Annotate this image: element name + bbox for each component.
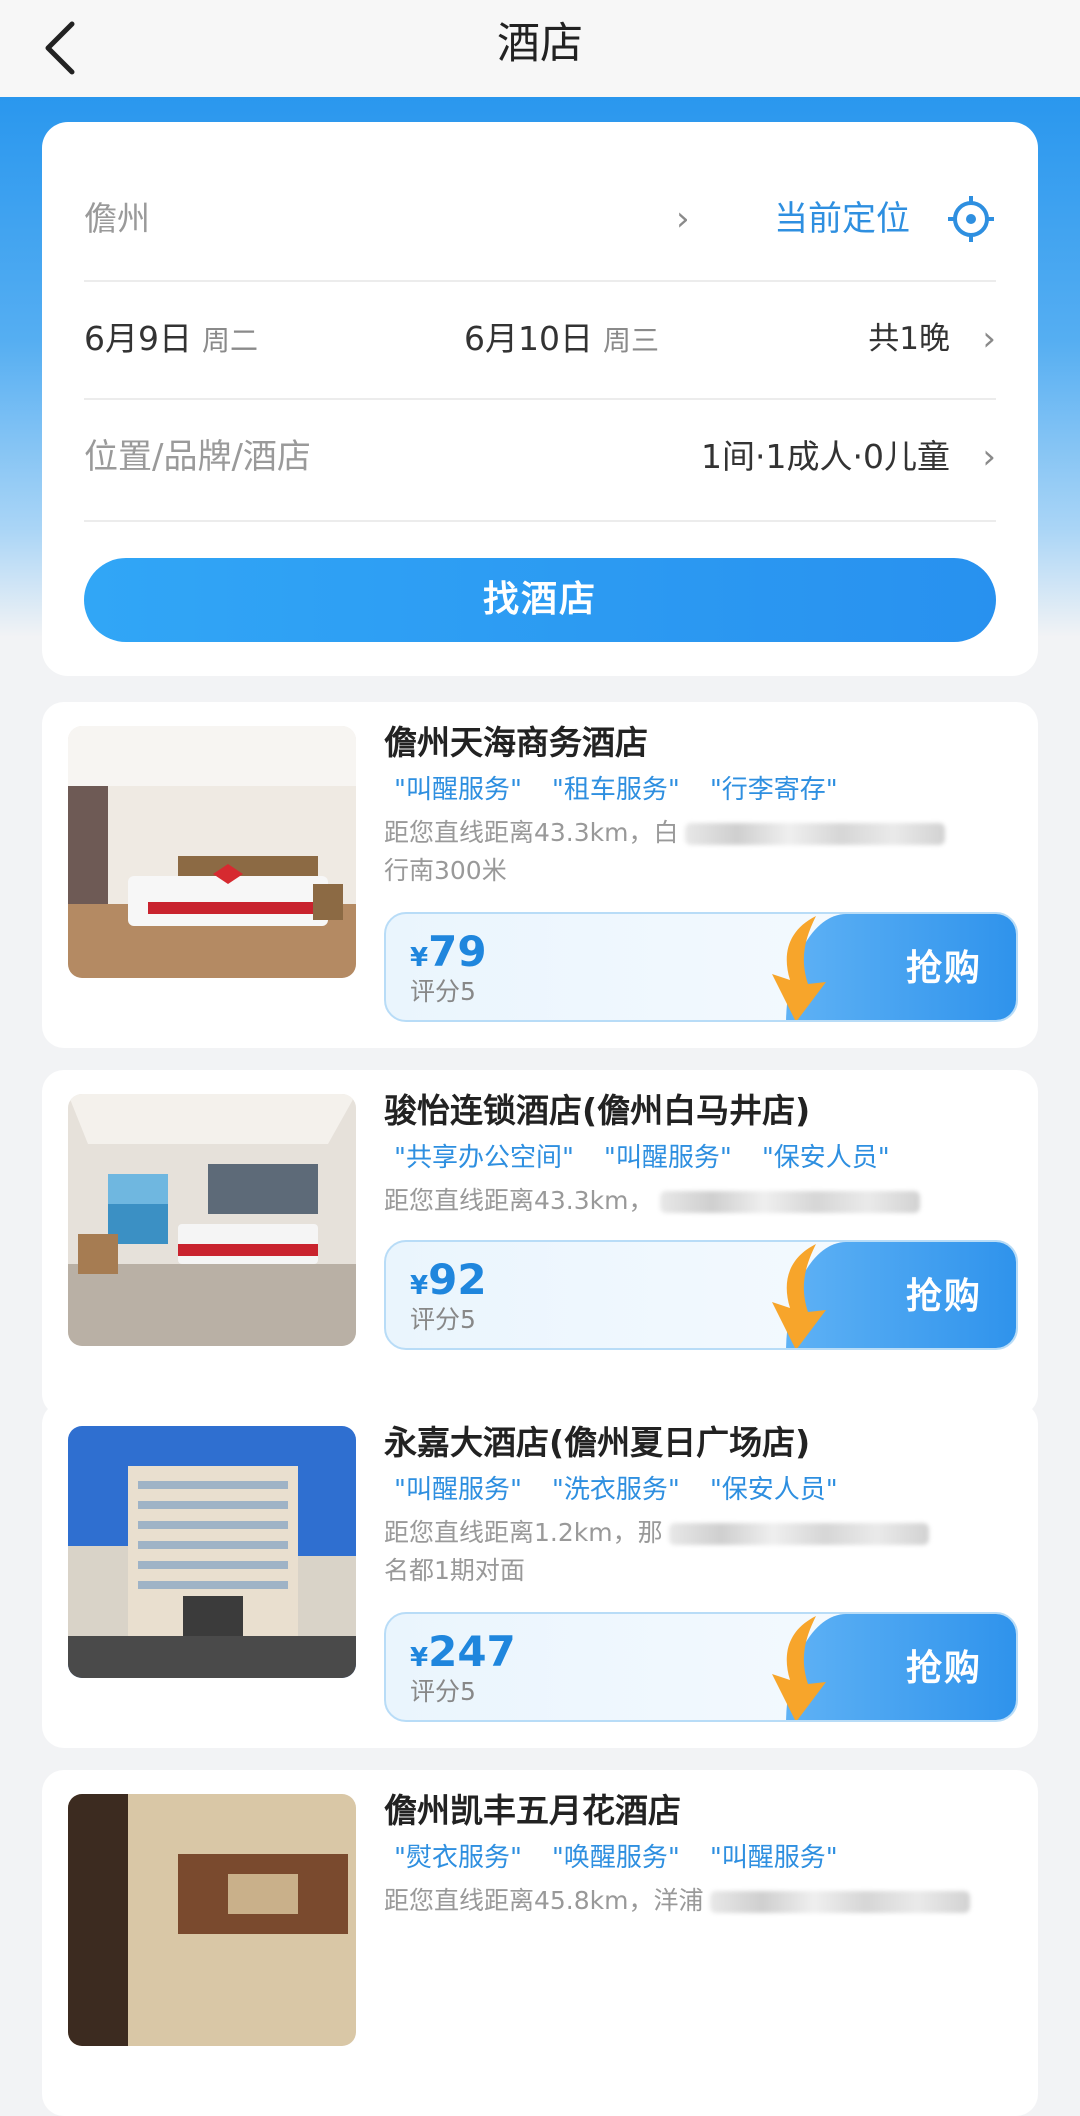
hotel-card[interactable]: 儋州凯丰五月花酒店 "熨衣服务" "唤醒服务" "叫醒服务" 距您直线距离45.8k… [42,1770,1038,2116]
distance-text: 距您直线距离45.8km，洋浦 [384,1886,704,1915]
hotel-photo[interactable] [68,1094,356,1346]
currency-symbol: ¥ [410,1271,429,1301]
checkout-date[interactable]: 6月10日 周三 [464,314,659,366]
blurred-address [668,1523,929,1545]
hotel-tags: "叫醒服务" "租车服务" "行李寄存" [394,772,868,808]
city-label[interactable]: 儋州 [84,194,150,244]
chevron-right-icon: › [676,199,690,239]
search-card: 儋州 › 当前定位 6月9日 周二 6月10日 周三 共1晚 › 位置/品牌/酒店 … [42,122,1038,676]
hotel-name[interactable]: 永嘉大酒店(儋州夏日广场店) [384,1420,810,1466]
hotel-distance: 距您直线距离1.2km，那 名都1期对面 [384,1514,1004,1590]
down-arrow-icon [772,1616,826,1720]
hotel-tags: "叫醒服务" "洗衣服务" "保安人员" [394,1472,868,1508]
hotel-tags: "熨衣服务" "唤醒服务" "叫醒服务" [394,1840,868,1876]
room-guest-selector[interactable]: 1间·1成人·0儿童 [701,432,950,482]
distance-text: 距您直线距离1.2km，那 [384,1518,663,1547]
tag: "叫醒服务" [709,1843,838,1873]
rating: 评分5 [410,1677,476,1706]
checkin-date[interactable]: 6月9日 周二 [84,314,258,366]
nights-count: 共1晚 [868,321,950,357]
city-row[interactable]: 儋州 › 当前定位 [84,194,996,244]
down-arrow-icon [772,1244,826,1348]
hotel-distance: 距您直线距离45.8km，洋浦 [384,1882,1004,1920]
chevron-right-icon: › [982,437,996,477]
hotel-card[interactable]: 永嘉大酒店(儋州夏日广场店) "叫醒服务" "洗衣服务" "保安人员" 距您直线距离… [42,1402,1038,1748]
price-box[interactable]: ¥247 评分5 抢购 [384,1612,1018,1722]
blurred-address [659,1191,920,1213]
checkin-weekday: 周二 [202,324,259,357]
hotel-tags: "共享办公空间" "叫醒服务" "保安人员" [394,1140,920,1176]
distance-text: 距您直线距离43.3km， [384,1186,654,1215]
hotel-distance: 距您直线距离43.3km， [384,1182,1004,1220]
blurred-address [684,823,945,845]
find-hotel-button[interactable]: 找酒店 [84,558,996,642]
hotel-distance: 距您直线距离43.3km，白 行南300米 [384,814,1004,890]
top-bar: 酒店 [0,0,1080,97]
hotel-name[interactable]: 儋州凯丰五月花酒店 [384,1788,681,1834]
rating: 评分5 [410,977,476,1006]
hotel-name[interactable]: 儋州天海商务酒店 [384,720,648,766]
blurred-address [709,1891,970,1913]
chevron-right-icon: › [982,319,996,359]
checkout-date-text: 6月10日 [464,319,593,358]
hotel-name[interactable]: 骏怡连锁酒店(儋州白马井店) [384,1088,810,1134]
hotel-card[interactable]: 骏怡连锁酒店(儋州白马井店) "共享办公空间" "叫醒服务" "保安人员" 距您直线… [42,1070,1038,1416]
price: ¥247 [410,1631,516,1681]
date-row[interactable]: 6月9日 周二 6月10日 周三 共1晚 › [84,314,996,364]
price-value: 79 [428,927,487,976]
tag: "租车服务" [551,775,680,805]
price: ¥92 [410,1259,487,1309]
divider [84,398,996,400]
checkin-date-text: 6月9日 [84,319,192,358]
keyword-row[interactable]: 位置/品牌/酒店 1间·1成人·0儿童 › [84,432,996,482]
tag: "熨衣服务" [394,1843,522,1873]
hotel-card[interactable]: 儋州天海商务酒店 "叫醒服务" "租车服务" "行李寄存" 距您直线距离43.3km… [42,702,1038,1048]
buy-label: 抢购 [905,1276,982,1317]
price-value: 247 [428,1627,516,1676]
price: ¥79 [410,931,487,981]
tag: "保安人员" [709,1475,838,1505]
distance-text: 距您直线距离43.3km，白 [384,818,679,847]
tag: "叫醒服务" [394,775,522,805]
divider [84,280,996,282]
distance-text-2: 名都1期对面 [384,1556,525,1585]
current-location-button[interactable]: 当前定位 [774,194,910,244]
page-title: 酒店 [497,19,583,69]
rating: 评分5 [410,1305,476,1334]
hotel-photo[interactable] [68,726,356,978]
price-value: 92 [428,1255,487,1304]
tag: "叫醒服务" [603,1143,732,1173]
price-box[interactable]: ¥92 评分5 抢购 [384,1240,1018,1350]
divider [84,520,996,522]
tag: "共享办公空间" [394,1143,574,1173]
keyword-input[interactable]: 位置/品牌/酒店 [84,432,311,482]
tag: "洗衣服务" [551,1475,680,1505]
tag: "叫醒服务" [394,1475,522,1505]
price-box[interactable]: ¥79 评分5 抢购 [384,912,1018,1022]
hotel-photo[interactable] [68,1426,356,1678]
currency-symbol: ¥ [410,943,429,973]
tag: "行李寄存" [709,775,838,805]
locate-target-icon[interactable] [946,194,996,244]
tag: "唤醒服务" [551,1843,680,1873]
buy-label: 抢购 [905,948,982,989]
currency-symbol: ¥ [410,1643,429,1673]
tag: "保安人员" [761,1143,890,1173]
checkout-weekday: 周三 [603,324,660,357]
hotel-photo[interactable] [68,1794,356,2046]
buy-label: 抢购 [905,1648,982,1689]
down-arrow-icon [772,916,826,1020]
distance-text-2: 行南300米 [384,856,507,885]
